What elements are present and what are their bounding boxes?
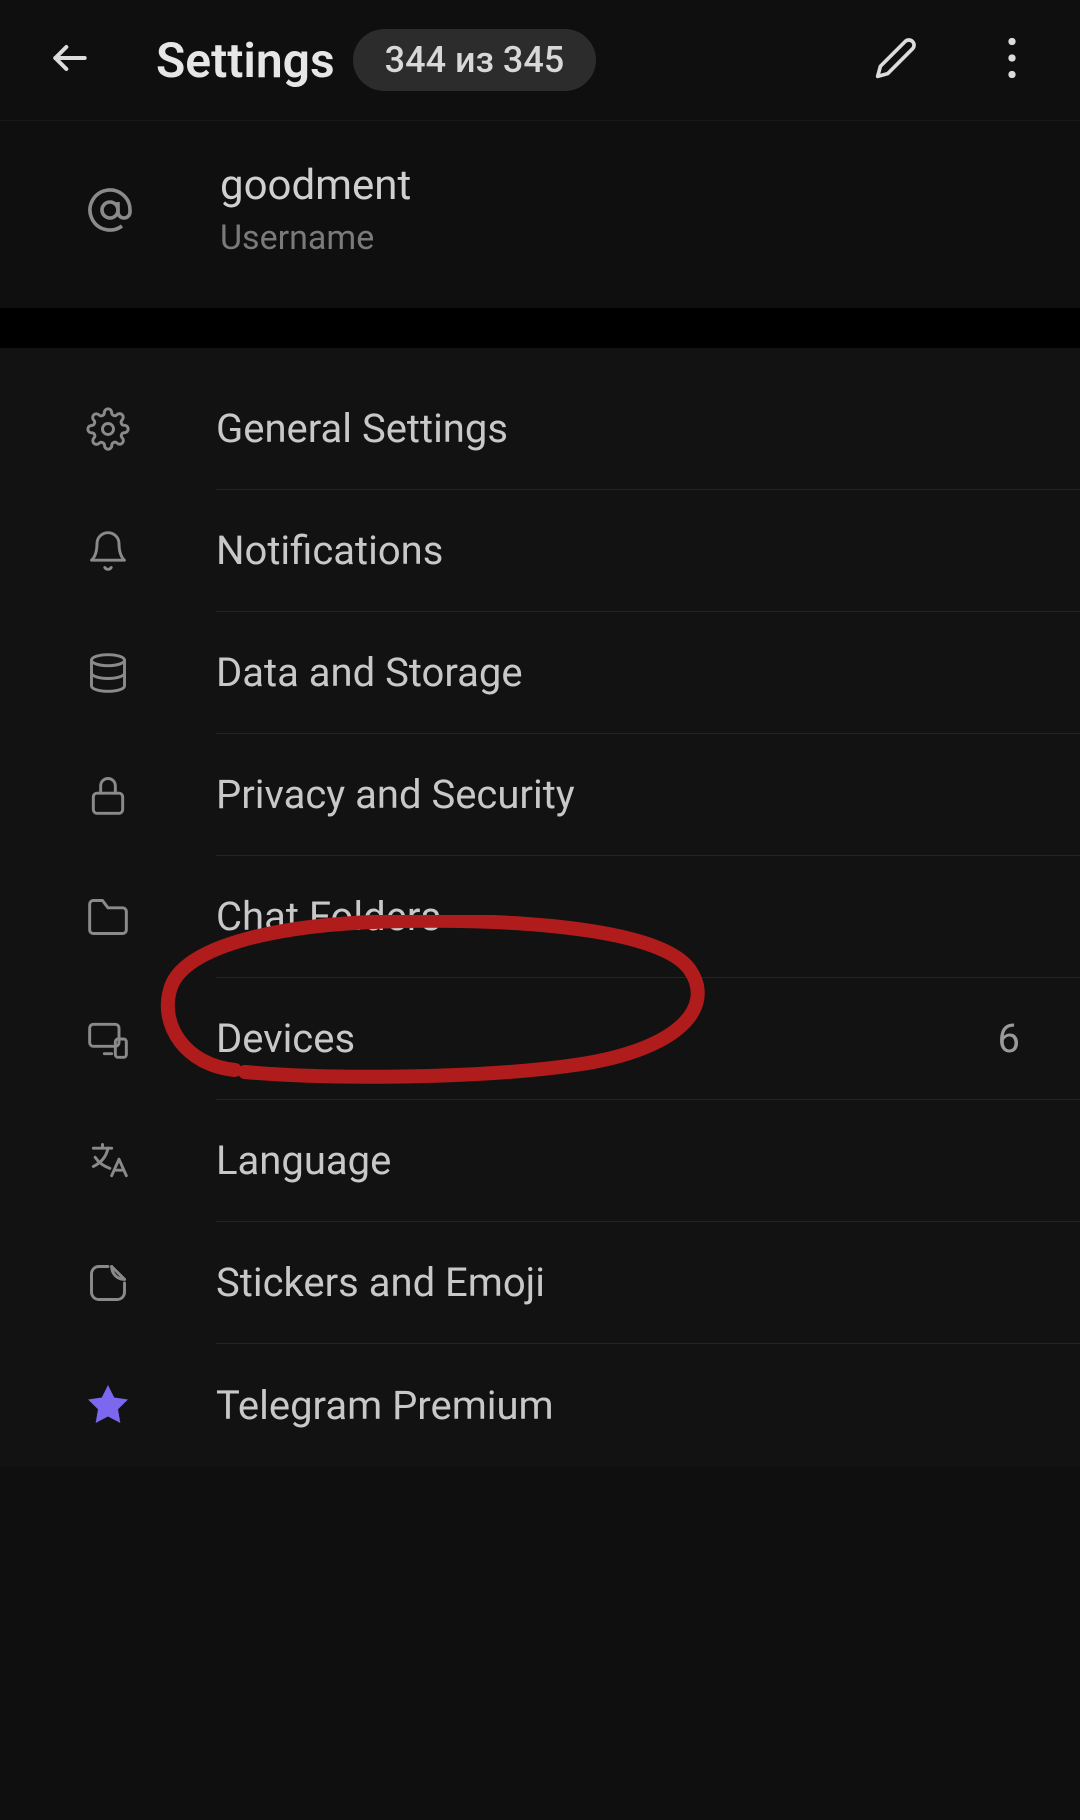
settings-header: Settings 344 из 345: [0, 0, 1080, 120]
menu-item-label: Chat Folders: [216, 893, 1020, 940]
language-icon: [80, 1139, 136, 1183]
star-icon: [80, 1381, 136, 1429]
folder-icon: [80, 895, 136, 939]
menu-item-notifications[interactable]: Notifications: [80, 490, 1080, 612]
username-sublabel: Username: [220, 218, 411, 258]
username-row[interactable]: goodment Username: [0, 120, 1080, 308]
menu-item-stickers-emoji[interactable]: Stickers and Emoji: [80, 1222, 1080, 1344]
menu-item-label: Devices: [216, 1015, 998, 1062]
edit-button[interactable]: [868, 32, 924, 88]
username-value: goodment: [220, 161, 411, 210]
more-vertical-icon: [1007, 36, 1017, 84]
menu-item-language[interactable]: Language: [80, 1100, 1080, 1222]
section-separator: [0, 308, 1080, 348]
menu-item-label: Privacy and Security: [216, 771, 1020, 818]
settings-menu: General Settings Notifications Data and …: [0, 348, 1080, 1466]
pencil-icon: [874, 36, 918, 84]
menu-item-value: 6: [998, 1015, 1020, 1062]
count-badge: 344 из 345: [353, 29, 597, 91]
menu-item-general-settings[interactable]: General Settings: [80, 368, 1080, 490]
menu-item-privacy-security[interactable]: Privacy and Security: [80, 734, 1080, 856]
devices-icon: [80, 1017, 136, 1061]
menu-item-label: General Settings: [216, 405, 1020, 452]
bell-icon: [80, 529, 136, 573]
menu-item-data-storage[interactable]: Data and Storage: [80, 612, 1080, 734]
menu-item-telegram-premium[interactable]: Telegram Premium: [80, 1344, 1080, 1466]
at-icon: [80, 186, 140, 234]
arrow-left-icon: [48, 36, 92, 84]
page-title: Settings: [156, 32, 335, 89]
back-button[interactable]: [40, 30, 100, 90]
lock-icon: [80, 773, 136, 817]
menu-item-label: Stickers and Emoji: [216, 1259, 1020, 1306]
menu-item-label: Notifications: [216, 527, 1020, 574]
gear-icon: [80, 407, 136, 451]
sticker-icon: [80, 1261, 136, 1305]
menu-item-label: Language: [216, 1137, 1020, 1184]
menu-item-devices[interactable]: Devices 6: [80, 978, 1080, 1100]
menu-item-chat-folders[interactable]: Chat Folders: [80, 856, 1080, 978]
menu-item-label: Telegram Premium: [216, 1382, 1020, 1429]
menu-item-label: Data and Storage: [216, 649, 1020, 696]
more-button[interactable]: [984, 32, 1040, 88]
storage-icon: [80, 651, 136, 695]
